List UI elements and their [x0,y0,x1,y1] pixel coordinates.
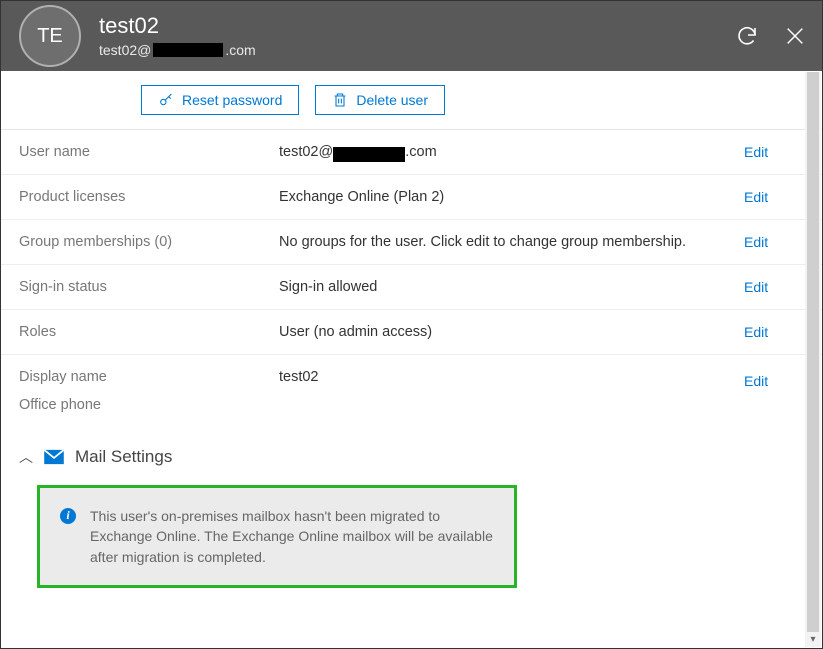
display-label: Display name [19,369,279,385]
email-suffix: .com [225,42,255,58]
row-username: User name test02@.com Edit [1,130,822,175]
roles-value: User (no admin access) [279,324,744,340]
row-signin: Sign-in status Sign-in allowed Edit [1,265,822,310]
edit-groups-link[interactable]: Edit [744,234,804,250]
scrollbar[interactable]: ▾ [805,72,821,647]
groups-value: No groups for the user. Click edit to ch… [279,234,744,250]
edit-username-link[interactable]: Edit [744,144,804,160]
roles-label: Roles [19,324,279,340]
groups-label: Group memberships (0) [19,234,279,250]
edit-roles-link[interactable]: Edit [744,324,804,340]
redacted-text [333,147,405,162]
info-box: i This user's on-premises mailbox hasn't… [37,485,517,588]
licenses-label: Product licenses [19,189,279,205]
close-button[interactable] [780,21,810,51]
username-value: test02@.com [279,144,744,160]
toolbar: Reset password Delete user [1,71,822,130]
signin-value: Sign-in allowed [279,279,744,295]
email-prefix: test02@ [99,42,151,58]
panel-title: test02 [99,14,732,38]
panel-header: TE test02 test02@ .com [1,1,822,71]
properties-list: User name test02@.com Edit Product licen… [1,130,822,431]
mail-icon [43,449,65,465]
username-label: User name [19,144,279,160]
info-wrap: i This user's on-premises mailbox hasn't… [1,475,822,608]
redacted-text [153,43,223,57]
reset-password-button[interactable]: Reset password [141,85,299,115]
delete-user-button[interactable]: Delete user [315,85,445,115]
scroll-down-icon[interactable]: ▾ [805,631,821,647]
panel-subtitle: test02@ .com [99,42,732,58]
edit-signin-link[interactable]: Edit [744,279,804,295]
info-icon: i [60,508,76,524]
row-licenses: Product licenses Exchange Online (Plan 2… [1,175,822,220]
row-display-phone: Display name test02 Edit Office phone [1,355,822,431]
info-text: This user's on-premises mailbox hasn't b… [90,506,494,567]
row-groups: Group memberships (0) No groups for the … [1,220,822,265]
mail-settings-title: Mail Settings [75,447,172,467]
chevron-up-icon: ︿ [19,447,33,467]
mail-settings-section-header[interactable]: ︿ Mail Settings [1,431,822,475]
edit-licenses-link[interactable]: Edit [744,189,804,205]
avatar: TE [19,5,81,67]
header-actions [732,21,810,51]
signin-label: Sign-in status [19,279,279,295]
licenses-value: Exchange Online (Plan 2) [279,189,744,205]
display-value: test02 [279,369,744,385]
phone-label: Office phone [19,397,279,413]
row-roles: Roles User (no admin access) Edit [1,310,822,355]
trash-icon [332,92,348,108]
reset-password-label: Reset password [182,92,282,108]
edit-display-link[interactable]: Edit [744,373,804,389]
scrollbar-thumb[interactable] [807,72,819,632]
key-icon [158,92,174,108]
refresh-button[interactable] [732,21,762,51]
delete-user-label: Delete user [356,92,428,108]
header-text: test02 test02@ .com [99,14,732,58]
